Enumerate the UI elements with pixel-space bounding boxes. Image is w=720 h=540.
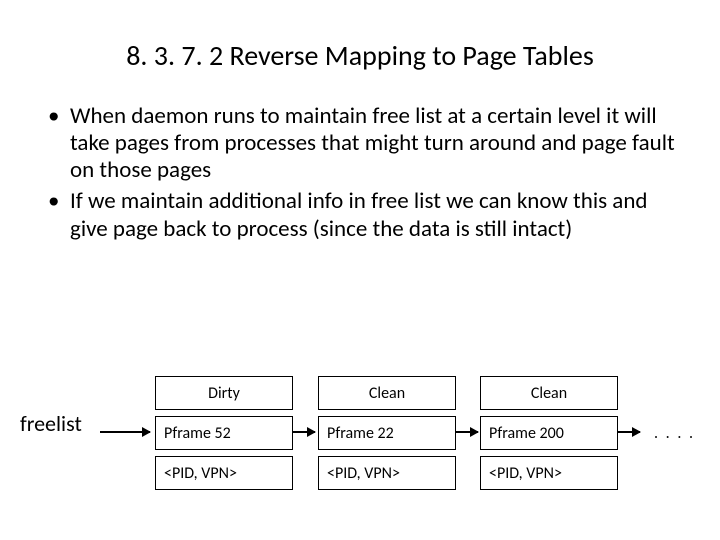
bullet-item: • If we maintain additional info in free… — [48, 188, 680, 242]
freelist-node: Clean Pframe 22 <PID, VPN> — [318, 376, 456, 490]
node-status: Clean — [318, 376, 456, 410]
freelist-node: Dirty Pframe 52 <PID, VPN> — [155, 376, 293, 490]
bullet-item: • When daemon runs to maintain free list… — [48, 103, 680, 184]
freelist-diagram: freelist Dirty Pframe 52 <PID, VPN> Clea… — [0, 376, 720, 516]
node-pframe: Pframe 52 — [155, 416, 293, 450]
bullet-list: • When daemon runs to maintain free list… — [0, 103, 720, 243]
arrow-icon — [293, 431, 315, 433]
arrow-icon — [456, 431, 478, 433]
node-pid-vpn: <PID, VPN> — [318, 456, 456, 490]
bullet-marker: • — [48, 103, 70, 184]
arrow-icon — [618, 431, 640, 433]
slide-title: 8. 3. 7. 2 Reverse Mapping to Page Table… — [0, 0, 720, 103]
node-status: Dirty — [155, 376, 293, 410]
node-pid-vpn: <PID, VPN> — [480, 456, 618, 490]
bullet-text: When daemon runs to maintain free list a… — [70, 103, 680, 184]
bullet-text: If we maintain additional info in free l… — [70, 188, 680, 242]
node-pframe: Pframe 200 — [480, 416, 618, 450]
node-pframe: Pframe 22 — [318, 416, 456, 450]
ellipsis: . . . . — [654, 424, 695, 443]
freelist-label: freelist — [20, 410, 82, 437]
freelist-node: Clean Pframe 200 <PID, VPN> — [480, 376, 618, 490]
node-status: Clean — [480, 376, 618, 410]
node-pid-vpn: <PID, VPN> — [155, 456, 293, 490]
bullet-marker: • — [48, 188, 70, 242]
arrow-icon — [100, 431, 150, 433]
